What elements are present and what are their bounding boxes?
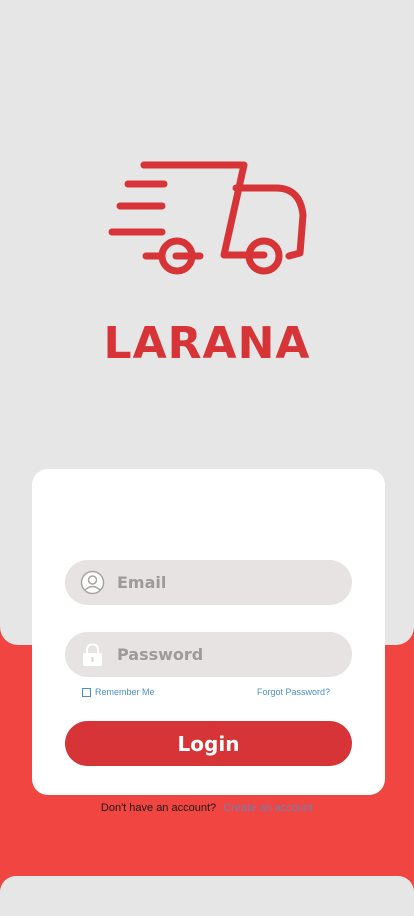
signup-prompt: Don't have an account? Create an account (0, 801, 414, 815)
remember-me-label: Remember Me (95, 687, 155, 697)
user-icon (80, 570, 105, 595)
delivery-truck-icon (108, 161, 307, 275)
bottom-sheet (0, 876, 414, 916)
forgot-password-link[interactable]: Forgot Password? (257, 686, 330, 698)
login-card: Remember Me Forgot Password? Login (32, 469, 385, 795)
login-button[interactable]: Login (65, 721, 352, 766)
password-input[interactable] (117, 632, 337, 677)
signup-question: Don't have an account? (100, 802, 217, 814)
email-field[interactable] (65, 560, 352, 605)
brand-title: LARANA (103, 318, 311, 369)
checkbox-box[interactable] (82, 687, 91, 697)
lock-icon (83, 643, 102, 666)
email-input[interactable] (117, 560, 337, 605)
create-account-link[interactable]: Create an account (223, 802, 313, 814)
remember-me-checkbox[interactable]: Remember Me (82, 686, 155, 698)
password-field[interactable] (65, 632, 352, 677)
